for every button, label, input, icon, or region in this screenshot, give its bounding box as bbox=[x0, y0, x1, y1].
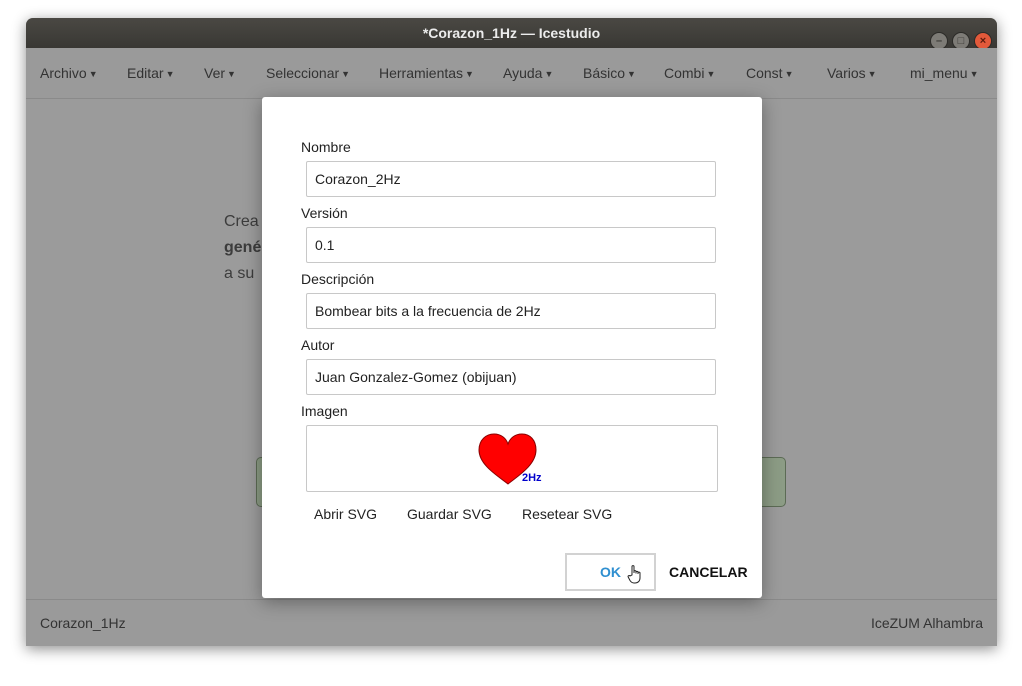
image-preview: 2Hz bbox=[306, 425, 718, 492]
menu-bar: Archivo ▼ Editar ▼ Ver ▼ Seleccionar ▼ Herra… bbox=[26, 48, 997, 99]
menu-mi-menu[interactable]: mi_menu ▼ bbox=[910, 65, 979, 81]
caret-down-icon: ▼ bbox=[227, 69, 236, 79]
project-info-dialog: Nombre Versión Descripción Autor Imagen … bbox=[262, 97, 762, 598]
caret-down-icon: ▼ bbox=[465, 69, 474, 79]
cancel-button[interactable]: CANCELAR bbox=[669, 564, 748, 580]
image-label: Imagen bbox=[301, 403, 348, 419]
name-label: Nombre bbox=[301, 139, 351, 155]
menu-varios[interactable]: Varios ▼ bbox=[827, 65, 877, 81]
author-field[interactable] bbox=[306, 359, 716, 395]
version-label: Versión bbox=[301, 205, 348, 221]
caret-down-icon: ▼ bbox=[706, 69, 716, 79]
menu-seleccionar[interactable]: Seleccionar ▼ bbox=[266, 65, 350, 81]
menu-archivo[interactable]: Archivo ▼ bbox=[40, 65, 98, 81]
status-board-name: IceZUM Alhambra bbox=[870, 615, 983, 631]
caret-down-icon: ▼ bbox=[341, 69, 351, 79]
caret-down-icon: ▼ bbox=[627, 69, 636, 79]
caret-down-icon: ▼ bbox=[88, 69, 98, 79]
status-project-name: Corazon_1Hz bbox=[40, 615, 126, 631]
window-title: *Corazon_1Hz — Icestudio bbox=[422, 25, 601, 41]
caret-down-icon: ▼ bbox=[165, 69, 175, 79]
heart-icon: 2Hz bbox=[478, 433, 542, 485]
version-field[interactable] bbox=[306, 227, 716, 263]
caret-down-icon: ▼ bbox=[784, 69, 794, 79]
ok-button[interactable]: OK bbox=[565, 553, 656, 591]
menu-ver[interactable]: Ver ▼ bbox=[204, 65, 236, 81]
menu-basico[interactable]: Básico ▼ bbox=[583, 65, 636, 81]
title-bar: *Corazon_1Hz — Icestudio – □ × bbox=[26, 18, 997, 50]
menu-editar[interactable]: Editar ▼ bbox=[127, 65, 175, 81]
save-svg-button[interactable]: Guardar SVG bbox=[407, 506, 492, 522]
status-bar: Corazon_1Hz IceZUM Alhambra bbox=[26, 599, 997, 646]
menu-const[interactable]: Const ▼ bbox=[746, 65, 794, 81]
open-svg-button[interactable]: Abrir SVG bbox=[314, 506, 377, 522]
menu-combi[interactable]: Combi ▼ bbox=[664, 65, 715, 81]
description-field[interactable] bbox=[306, 293, 716, 329]
background-text-line-3: a su bbox=[224, 265, 255, 282]
window-controls: – □ × bbox=[926, 24, 992, 50]
image-caption: 2Hz bbox=[522, 472, 542, 484]
caret-down-icon: ▼ bbox=[867, 69, 877, 79]
reset-svg-button[interactable]: Resetear SVG bbox=[522, 506, 612, 522]
description-label: Descripción bbox=[301, 271, 375, 287]
background-text-line-2: gené bbox=[224, 239, 262, 256]
background-text-line-1: Crea bbox=[224, 213, 259, 230]
caret-down-icon: ▼ bbox=[969, 69, 979, 79]
menu-ayuda[interactable]: Ayuda ▼ bbox=[503, 65, 553, 81]
author-label: Autor bbox=[301, 337, 335, 353]
ok-label: OK bbox=[600, 564, 621, 580]
name-field[interactable] bbox=[306, 161, 716, 197]
caret-down-icon: ▼ bbox=[544, 69, 554, 79]
menu-herramientas[interactable]: Herramientas ▼ bbox=[379, 65, 474, 81]
hand-pointer-icon bbox=[627, 565, 641, 584]
